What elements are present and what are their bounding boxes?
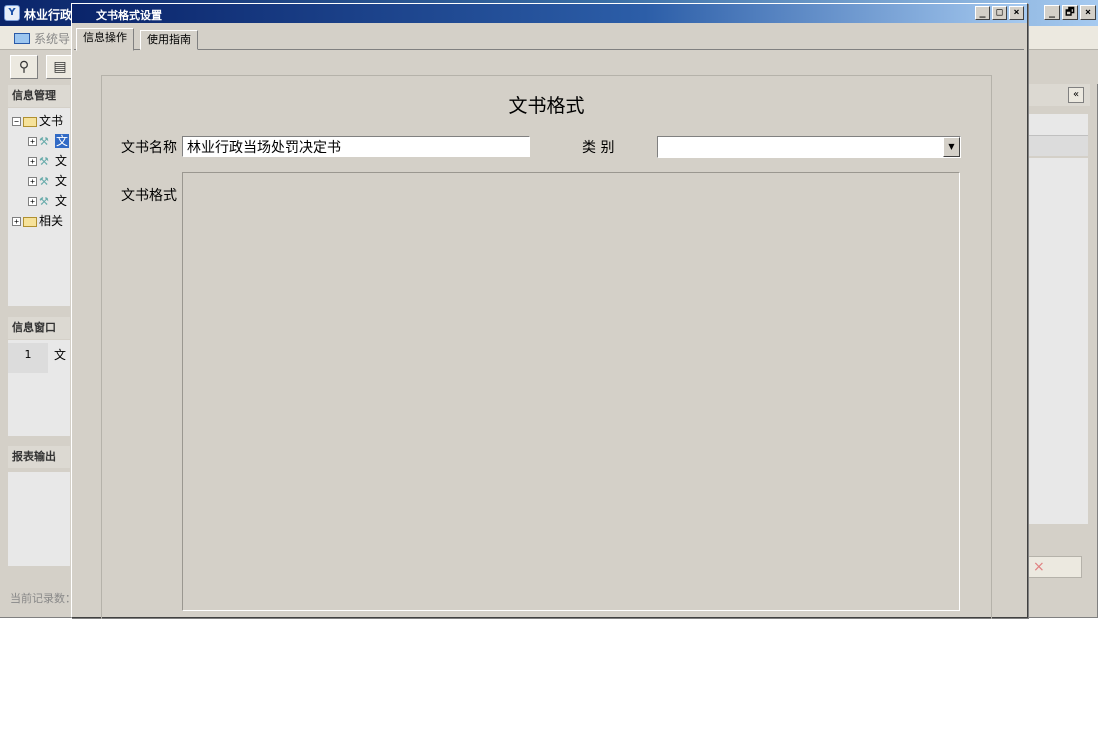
collapse-icon[interactable]: − <box>12 117 21 126</box>
dialog-minimize-button[interactable]: _ <box>975 6 990 20</box>
app-logo-icon: Y <box>4 5 20 21</box>
category-select[interactable]: ▼ <box>657 136 961 158</box>
dialog-close-button[interactable]: × <box>1009 6 1024 20</box>
expand-icon[interactable]: + <box>28 177 37 186</box>
expand-icon[interactable]: + <box>28 137 37 146</box>
dialog-maximize-button[interactable]: □ <box>992 6 1007 20</box>
list-item[interactable]: 文 <box>54 346 66 363</box>
close-icon: × <box>1033 559 1045 575</box>
section-info-window-header: 信息窗口 <box>8 317 70 339</box>
expand-icon[interactable]: + <box>28 197 37 206</box>
dialog-tab-bar: 信息操作 使用指南 <box>74 26 1024 51</box>
expand-icon[interactable]: + <box>28 157 37 166</box>
doc-format-textarea[interactable] <box>182 172 960 611</box>
tree-node-label: 文 <box>55 134 70 148</box>
folder-icon <box>23 216 37 227</box>
form-heading: 文书格式 <box>508 95 585 117</box>
tree-node-doc-3[interactable]: + ⚒ 文 <box>28 172 67 190</box>
search-icon: ⚲ <box>18 59 30 75</box>
collapse-up-icon[interactable]: « <box>1068 87 1084 103</box>
chevron-down-icon[interactable]: ▼ <box>943 137 960 157</box>
doc-format-label: 文书格式 <box>121 188 177 204</box>
status-record-count: 当前记录数： <box>10 592 76 605</box>
expand-icon[interactable]: + <box>12 217 21 226</box>
list-icon: ▤ <box>53 59 67 75</box>
tree-node-docs[interactable]: − 文书 <box>12 112 63 130</box>
main-window-title: 林业行政 <box>24 8 73 22</box>
main-close-button[interactable]: × <box>1080 5 1096 20</box>
section-info-manage-header: 信息管理 <box>8 85 70 107</box>
tree-node-doc-2[interactable]: + ⚒ 文 <box>28 152 67 170</box>
tree-node-label: 相关 <box>39 214 64 228</box>
delete-button[interactable]: × <box>1028 556 1082 578</box>
category-label: 类 别 <box>582 140 615 156</box>
list-tool-button[interactable]: ▤ <box>46 55 74 79</box>
tree-node-doc-4[interactable]: + ⚒ 文 <box>28 192 67 210</box>
right-panel-row <box>1028 136 1088 156</box>
tree-node-label: 文 <box>55 194 68 208</box>
tools-icon: ⚒ <box>39 194 49 208</box>
main-minimize-button[interactable]: _ <box>1044 5 1060 20</box>
dialog-titlebar[interactable]: 文书格式设置 _ □ × <box>72 4 1027 23</box>
tree-node-label: 文 <box>55 154 68 168</box>
monitor-icon <box>14 33 30 44</box>
row-index: 1 <box>8 343 48 373</box>
right-panel: « × <box>1028 84 1090 609</box>
doc-name-input[interactable] <box>182 136 530 157</box>
doc-format-dialog: 文书格式设置 _ □ × 信息操作 使用指南 文书格式 文书名称 类 别 ▼ 文… <box>71 3 1028 619</box>
tree-node-related[interactable]: + 相关 <box>12 212 63 230</box>
tools-icon: ⚒ <box>39 174 49 188</box>
tree-node-label: 文书 <box>39 114 64 128</box>
tools-icon: ⚒ <box>39 154 49 168</box>
tree-node-label: 文 <box>55 174 68 188</box>
tab-info-operation[interactable]: 信息操作 <box>76 28 134 51</box>
dialog-title: 文书格式设置 <box>96 9 162 22</box>
search-tool-button[interactable]: ⚲ <box>10 55 38 79</box>
tree-node-doc-1[interactable]: + ⚒ 文 <box>28 132 70 150</box>
right-panel-row <box>1028 114 1088 136</box>
main-restore-button[interactable]: 🗗 <box>1062 5 1078 20</box>
nav-tab-label: 系统导 <box>34 32 71 46</box>
doc-name-label: 文书名称 <box>121 140 177 156</box>
form-panel: 文书格式 文书名称 类 别 ▼ 文书格式 <box>101 75 992 619</box>
section-report-output-header: 报表输出 <box>8 446 70 468</box>
right-panel-body <box>1028 158 1088 524</box>
tools-icon: ⚒ <box>39 134 49 148</box>
report-output-list <box>8 472 70 566</box>
folder-icon <box>23 116 37 127</box>
tab-usage-guide[interactable]: 使用指南 <box>140 30 198 50</box>
